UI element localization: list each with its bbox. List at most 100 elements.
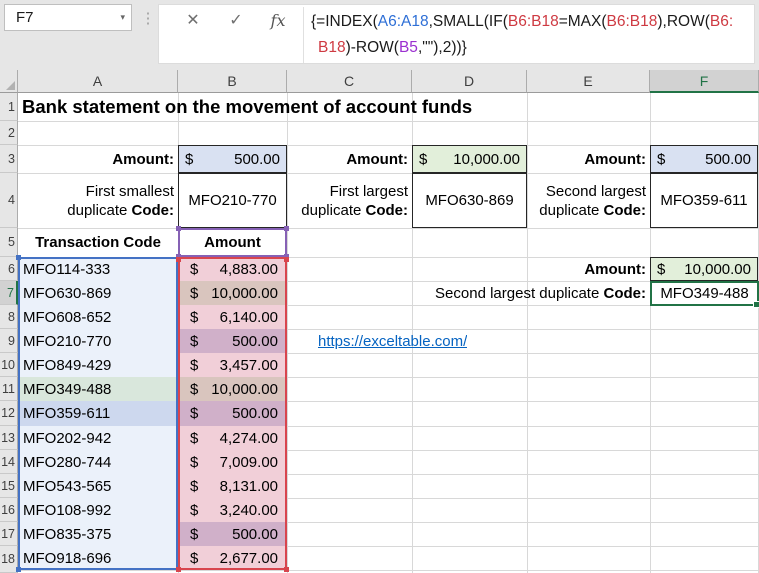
row-header-7-selected[interactable]: 7 [0, 281, 18, 305]
column-header-e[interactable]: E [527, 70, 650, 93]
currency-symbol: $ [190, 501, 199, 519]
transaction-amount-cell[interactable]: $6,140.00 [178, 305, 287, 329]
more-options-icon: ⋮ [140, 10, 156, 27]
range-handle[interactable] [284, 567, 289, 572]
largest-amount-cell[interactable]: $10,000.00 [412, 145, 527, 173]
row-header-14[interactable]: 14 [0, 450, 18, 474]
largest-amount-label[interactable]: Amount: [287, 145, 412, 173]
second-largest-dup-amount-label[interactable]: Amount: [527, 257, 650, 281]
transaction-code-cell[interactable]: MFO108-992 [18, 498, 178, 522]
transaction-code-cell[interactable]: MFO630-869 [18, 281, 178, 305]
transaction-code-cell[interactable]: MFO918-696 [18, 546, 178, 570]
row-header-9[interactable]: 9 [0, 329, 18, 353]
transaction-code-cell[interactable]: MFO543-565 [18, 474, 178, 498]
row-header-11[interactable]: 11 [0, 377, 18, 401]
gridline [18, 121, 759, 122]
transaction-amount-cell[interactable]: $4,274.00 [178, 426, 287, 450]
range-handle[interactable] [176, 257, 181, 262]
largest-code-label[interactable]: First largest duplicate Code: [287, 173, 412, 228]
transaction-amount-cell[interactable]: $10,000.00 [178, 377, 287, 401]
amount-value: 8,131.00 [219, 477, 278, 495]
formula-input[interactable]: {=INDEX(A6:A18,SMALL(IF(B6:B18=MAX(B6:B1… [311, 9, 752, 61]
name-box-dropdown-icon[interactable]: ▾ [120, 12, 125, 23]
second-largest-dup-code-label[interactable]: Second largest duplicate Code: [287, 281, 650, 305]
row-header-6[interactable]: 6 [0, 257, 18, 281]
row-header-10[interactable]: 10 [0, 353, 18, 377]
row-header-2[interactable]: 2 [0, 121, 18, 145]
name-box[interactable]: F7 ▾ [4, 4, 132, 31]
transaction-amount-cell[interactable]: $8,131.00 [178, 474, 287, 498]
transaction-code-header[interactable]: Transaction Code [18, 228, 178, 257]
transaction-amount-cell[interactable]: $2,677.00 [178, 546, 287, 570]
fill-handle[interactable] [753, 301, 759, 308]
smallest-amount-cell[interactable]: $500.00 [178, 145, 287, 173]
largest-code-cell[interactable]: MFO630-869 [412, 173, 527, 228]
transaction-amount-cell[interactable]: $3,240.00 [178, 498, 287, 522]
row-header-8[interactable]: 8 [0, 305, 18, 329]
column-header-a[interactable]: A [18, 70, 178, 93]
range-handle[interactable] [284, 257, 289, 262]
label-line2: duplicate Code: [67, 201, 174, 219]
amount-value: 500.00 [234, 150, 280, 168]
label-line2: duplicate Code: [539, 201, 646, 219]
transaction-amount-cell[interactable]: $500.00 [178, 522, 287, 546]
transaction-amount-cell[interactable]: $10,000.00 [178, 281, 287, 305]
smallest-code-cell[interactable]: MFO210-770 [178, 173, 287, 228]
second-largest-dup-amount-cell[interactable]: $10,000.00 [650, 257, 758, 281]
transaction-code-cell[interactable]: MFO210-770 [18, 329, 178, 353]
transaction-code-cell[interactable]: MFO835-375 [18, 522, 178, 546]
transaction-code-cell[interactable]: MFO202-942 [18, 426, 178, 450]
transaction-code-cell[interactable]: MFO280-744 [18, 450, 178, 474]
smallest-code-label[interactable]: First smallest duplicate Code: [18, 173, 178, 228]
excel-window: F7 ▾ ⋮ ✕ ✓ fx {=INDEX(A6:A18,SMALL(IF(B6… [0, 0, 759, 573]
column-header-d[interactable]: D [412, 70, 527, 93]
column-header-b[interactable]: B [178, 70, 287, 93]
second-largest-code-cell[interactable]: MFO359-611 [650, 173, 758, 228]
amount-value: 10,000.00 [453, 150, 520, 168]
transaction-code-cell[interactable]: MFO114-333 [18, 257, 178, 281]
transaction-code-cell[interactable]: MFO359-611 [18, 401, 178, 426]
column-header-c[interactable]: C [287, 70, 412, 93]
select-all-triangle-icon [6, 81, 15, 90]
range-handle[interactable] [16, 567, 21, 572]
currency-symbol: $ [190, 284, 199, 302]
second-largest-code-label[interactable]: Second largest duplicate Code: [527, 173, 650, 228]
row-header-3[interactable]: 3 [0, 145, 18, 173]
row-header-13[interactable]: 13 [0, 426, 18, 450]
transaction-code-cell[interactable]: MFO849-429 [18, 353, 178, 377]
amount-header[interactable]: Amount [178, 228, 287, 257]
row-header-1[interactable]: 1 [0, 93, 18, 121]
row-header-16[interactable]: 16 [0, 498, 18, 522]
range-handle[interactable] [176, 226, 181, 231]
row-header-4[interactable]: 4 [0, 173, 18, 228]
range-handle[interactable] [16, 255, 21, 260]
amount-value: 6,140.00 [219, 308, 278, 326]
transaction-amount-cell[interactable]: $4,883.00 [178, 257, 287, 281]
cancel-icon[interactable]: ✕ [179, 6, 207, 34]
second-largest-amount-cell[interactable]: $500.00 [650, 145, 758, 173]
active-cell-f7[interactable]: MFO349-488 [650, 281, 759, 306]
transaction-amount-cell[interactable]: $500.00 [178, 401, 287, 426]
row-header-17[interactable]: 17 [0, 522, 18, 546]
sheet-title-cell[interactable]: Bank statement on the movement of accoun… [18, 93, 638, 121]
range-handle[interactable] [176, 567, 181, 572]
formula-panel: ✕ ✓ fx {=INDEX(A6:A18,SMALL(IF(B6:B18=MA… [158, 4, 755, 64]
column-header-f-selected[interactable]: F [650, 70, 759, 93]
smallest-amount-label[interactable]: Amount: [18, 145, 178, 173]
enter-icon[interactable]: ✓ [222, 6, 250, 34]
row-header-12[interactable]: 12 [0, 401, 18, 426]
transaction-amount-cell[interactable]: $500.00 [178, 329, 287, 353]
range-handle[interactable] [284, 226, 289, 231]
transaction-code-cell[interactable]: MFO349-488 [18, 377, 178, 401]
row-header-5[interactable]: 5 [0, 228, 18, 257]
row-header-15[interactable]: 15 [0, 474, 18, 498]
select-all-button[interactable] [0, 70, 18, 93]
currency-symbol: $ [419, 150, 428, 168]
amount-value: 4,883.00 [219, 260, 278, 278]
exceltable-hyperlink[interactable]: https://exceltable.com/ [318, 329, 467, 353]
transaction-code-cell[interactable]: MFO608-652 [18, 305, 178, 329]
second-largest-amount-label[interactable]: Amount: [527, 145, 650, 173]
insert-function-icon[interactable]: fx [264, 6, 292, 34]
transaction-amount-cell[interactable]: $7,009.00 [178, 450, 287, 474]
transaction-amount-cell[interactable]: $3,457.00 [178, 353, 287, 377]
